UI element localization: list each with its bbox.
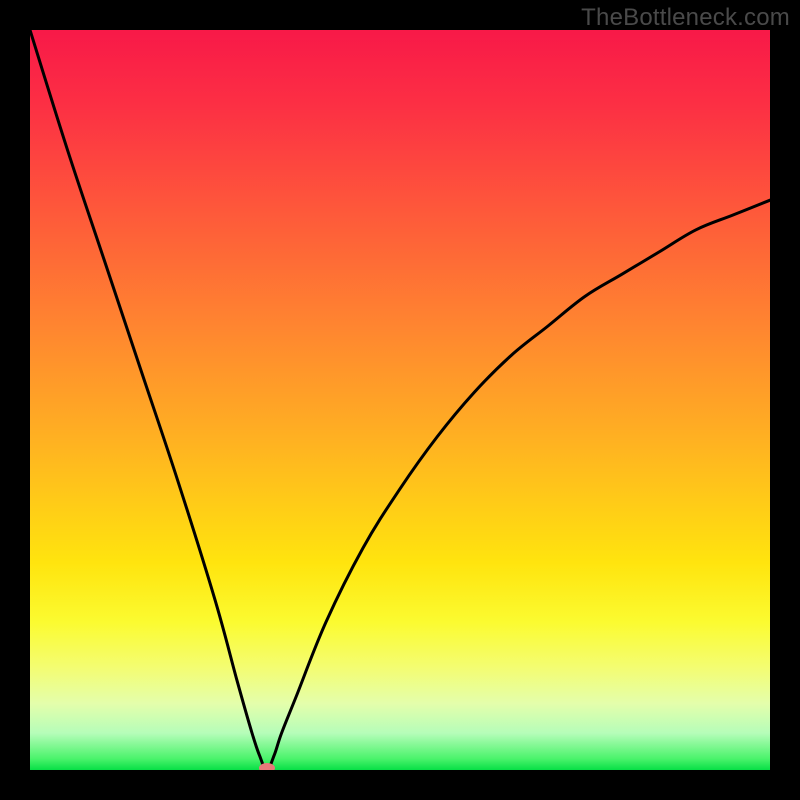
dip-marker <box>259 763 275 770</box>
chart-frame: TheBottleneck.com <box>0 0 800 800</box>
curve-line <box>30 30 770 770</box>
plot-area <box>30 30 770 770</box>
watermark-text: TheBottleneck.com <box>581 4 790 32</box>
